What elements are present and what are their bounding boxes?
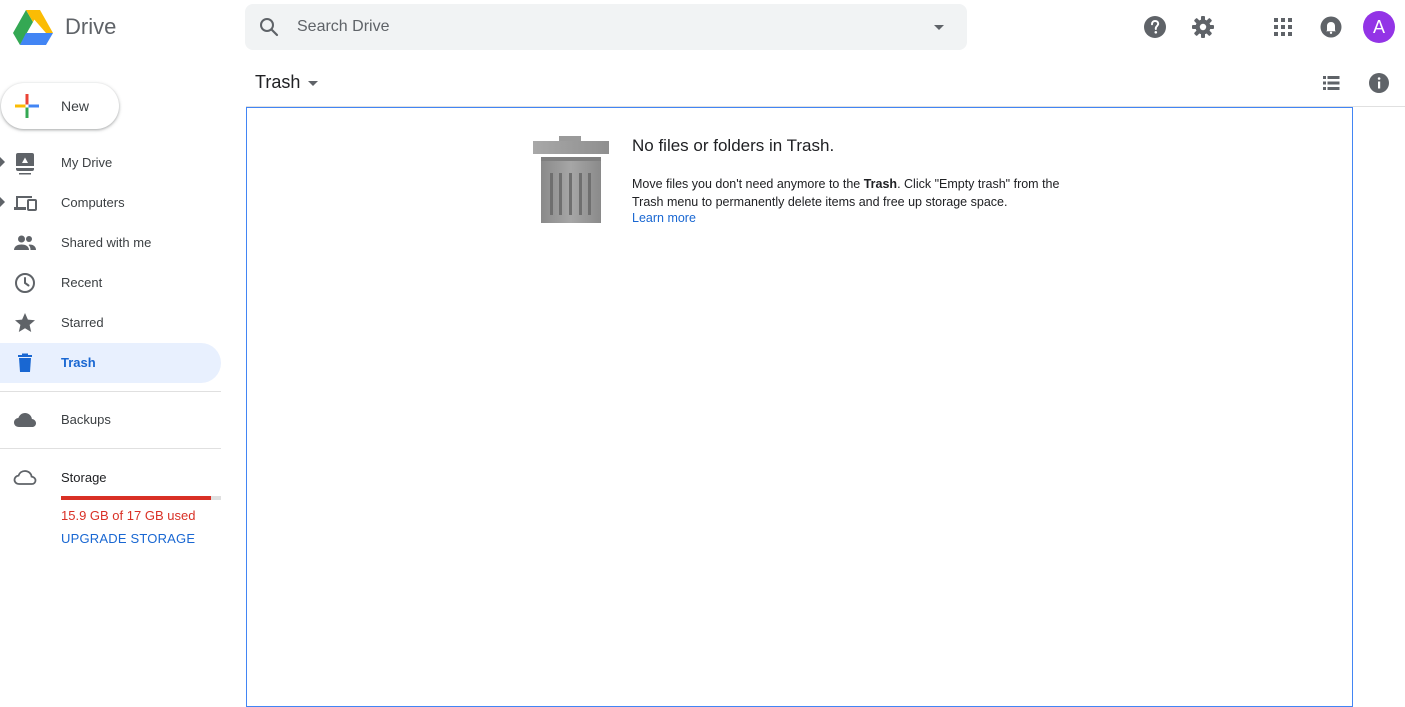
search-icon[interactable]	[257, 15, 281, 39]
learn-more-link[interactable]: Learn more	[632, 211, 696, 225]
help-icon[interactable]	[1143, 15, 1167, 39]
sidebar-item-recent[interactable]: Recent	[0, 263, 221, 303]
cloud-outline-icon	[13, 470, 37, 485]
gear-icon[interactable]	[1191, 15, 1215, 39]
computers-icon	[14, 196, 37, 211]
storage-used-text: 15.9 GB of 17 GB used	[61, 508, 196, 523]
new-button-label: New	[61, 98, 90, 114]
sidebar-item-my-drive[interactable]: My Drive	[0, 143, 221, 183]
list-view-icon[interactable]	[1319, 71, 1343, 95]
trash-content-area[interactable]: No files or folders in Trash. Move files…	[246, 107, 1353, 707]
clock-icon	[15, 273, 35, 293]
sidebar-item-shared-with-me[interactable]: Shared with me	[0, 223, 221, 263]
account-avatar[interactable]: A	[1363, 11, 1395, 43]
sidebar-item-backups[interactable]: Backups	[0, 400, 221, 440]
info-icon[interactable]	[1367, 71, 1391, 95]
sidebar-item-label: Computers	[61, 195, 125, 210]
storage-progress-fill	[61, 496, 211, 500]
expand-arrow-icon[interactable]	[0, 157, 5, 167]
sidebar-item-label: Trash	[61, 355, 96, 370]
page-title[interactable]: Trash	[255, 72, 300, 93]
title-menu-chevron-down-icon[interactable]	[308, 81, 318, 86]
search-box[interactable]	[245, 4, 967, 50]
sidebar-item-starred[interactable]: Starred	[0, 303, 221, 343]
star-icon	[15, 313, 35, 332]
sidebar-item-label: Recent	[61, 275, 103, 290]
search-options-chevron-down-icon[interactable]	[927, 15, 951, 39]
desc-trash-emphasis: Trash	[863, 177, 898, 191]
apps-grid-icon[interactable]	[1271, 15, 1295, 39]
sidebar-item-label: My Drive	[61, 155, 113, 170]
trash-icon	[18, 353, 32, 372]
expand-arrow-icon[interactable]	[0, 197, 5, 207]
sidebar-item-label: Backups	[61, 412, 111, 427]
my-drive-icon	[16, 153, 34, 175]
sidebar-item-trash[interactable]: Trash	[0, 343, 221, 383]
new-button[interactable]: New	[1, 83, 119, 129]
app-name[interactable]: Drive	[65, 14, 116, 40]
cloud-icon	[14, 413, 36, 427]
sidebar-divider	[0, 391, 221, 392]
plus-icon	[15, 94, 39, 118]
drive-logo-icon[interactable]	[13, 10, 53, 46]
sidebar-item-computers[interactable]: Computers	[0, 183, 221, 223]
bell-icon[interactable]	[1319, 15, 1343, 39]
sidebar-divider	[0, 448, 221, 449]
desc-text: Move files you don't need anymore to the	[632, 177, 864, 191]
sidebar-item-label: Shared with me	[61, 235, 152, 250]
empty-state-description: Move files you don't need anymore to the…	[632, 175, 1092, 211]
empty-state-title: No files or folders in Trash.	[632, 136, 835, 155]
people-icon	[14, 235, 36, 250]
upgrade-storage-link[interactable]: UPGRADE STORAGE	[61, 531, 195, 546]
storage-label[interactable]: Storage	[61, 470, 107, 485]
storage-progress-bar	[61, 496, 221, 500]
sidebar-item-label: Starred	[61, 315, 104, 330]
search-input[interactable]	[297, 4, 897, 50]
empty-trash-can-icon	[533, 136, 609, 223]
